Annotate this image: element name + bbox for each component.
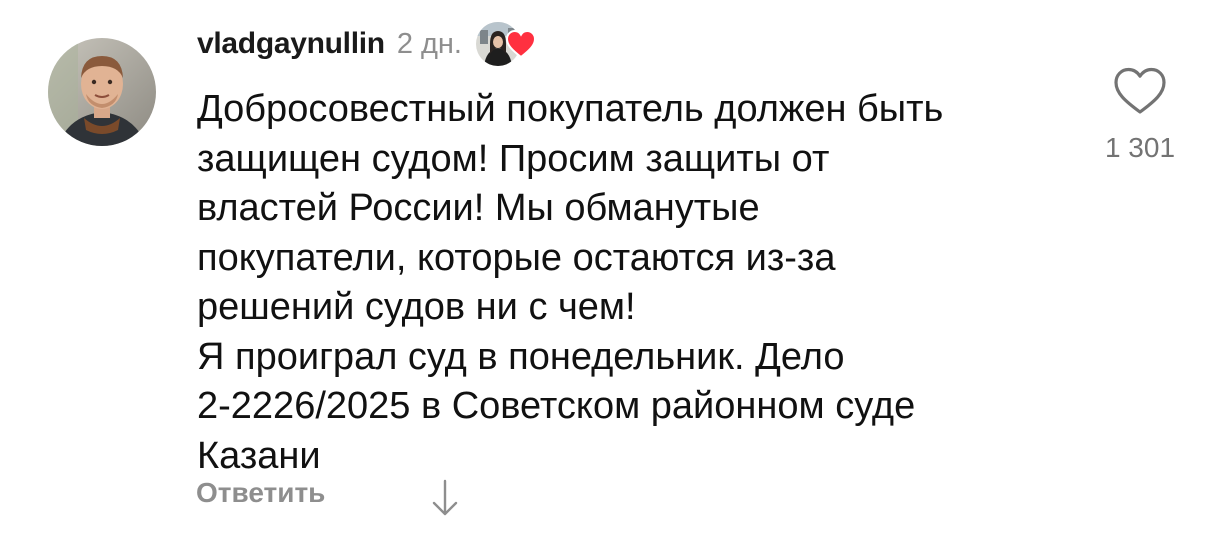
comment-text: Добросовестный покупатель должен быть за… <box>197 88 944 477</box>
comment-item: vladgaynullin 2 дн. Добросовестный покуп… <box>0 0 1220 546</box>
like-count: 1 301 <box>1104 132 1176 163</box>
arrow-down-icon[interactable] <box>428 478 462 518</box>
like-area: 1 301 <box>1090 66 1190 164</box>
user-avatar[interactable] <box>48 38 156 146</box>
author-liked-indicator <box>476 22 538 66</box>
comment-header: vladgaynullin 2 дн. <box>197 22 538 66</box>
username[interactable]: vladgaynullin <box>197 27 385 61</box>
reply-button[interactable]: Ответить <box>196 477 325 509</box>
heart-filled-icon <box>505 29 537 59</box>
comment-time: 2 дн. <box>396 27 462 60</box>
heart-outline-icon[interactable] <box>1113 66 1167 116</box>
